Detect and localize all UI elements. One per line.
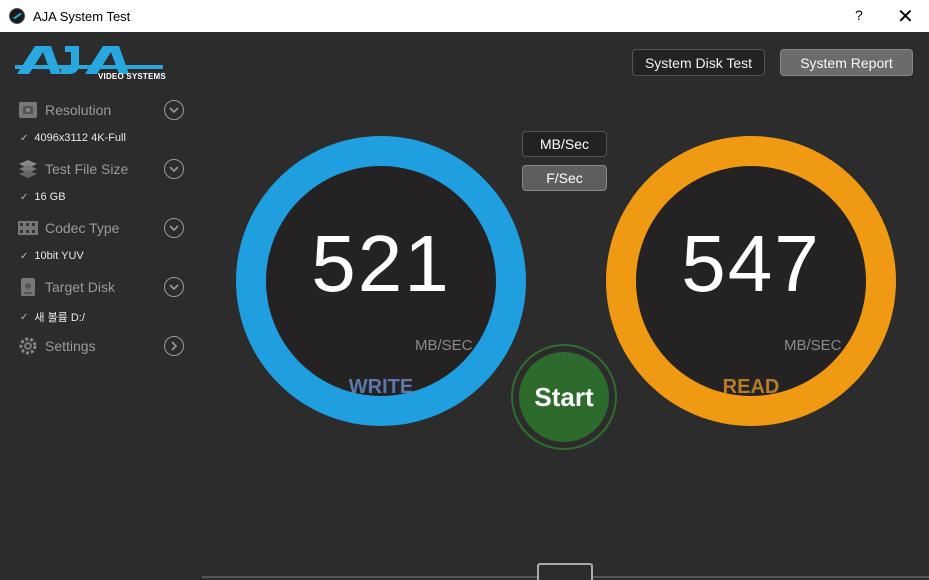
chevron-down-icon[interactable] xyxy=(164,218,184,238)
target-disk-value: ✓ 새 볼륨 D:/ xyxy=(20,311,85,325)
codec-type-value: ✓ 10bit YUV xyxy=(20,250,84,262)
frames-per-sec-button[interactable]: F/Sec xyxy=(522,165,607,191)
resolution-value: ✓ 4096x3112 4K-Full xyxy=(20,132,126,144)
app-main: VIDEO SYSTEMS Resolution ✓ 4096x3112 4K-… xyxy=(0,32,929,580)
chevron-down-icon[interactable] xyxy=(164,277,184,297)
film-icon xyxy=(19,102,37,118)
disk-icon xyxy=(21,278,35,296)
gear-icon xyxy=(19,337,37,355)
write-gauge: 521 MB/SEC WRITE xyxy=(236,136,526,426)
bottom-panel-tab[interactable] xyxy=(537,563,593,580)
title-bar: AJA System Test ? ✕ xyxy=(0,0,929,32)
read-speed-unit: MB/SEC xyxy=(784,337,842,354)
check-icon: ✓ xyxy=(20,132,29,144)
write-label: WRITE xyxy=(348,376,414,398)
app-icon xyxy=(9,8,25,24)
sidebar-item-resolution[interactable]: Resolution xyxy=(17,99,111,121)
check-icon: ✓ xyxy=(20,250,29,262)
close-button[interactable]: ✕ xyxy=(897,4,914,29)
sidebar-item-target-disk[interactable]: Target Disk xyxy=(17,276,115,298)
system-report-button[interactable]: System Report xyxy=(780,49,913,76)
logo-subtitle: VIDEO SYSTEMS xyxy=(98,72,166,81)
sidebar-item-test-file-size[interactable]: Test File Size xyxy=(17,158,128,180)
layers-icon xyxy=(19,160,37,178)
read-label: READ xyxy=(722,376,780,398)
mb-per-sec-button[interactable]: MB/Sec xyxy=(522,131,607,157)
help-button[interactable]: ? xyxy=(855,7,863,23)
chevron-down-icon[interactable] xyxy=(164,100,184,120)
sidebar-item-label: Settings xyxy=(45,338,96,354)
write-speed-unit: MB/SEC xyxy=(415,337,473,354)
read-gauge: 547 MB/SEC READ xyxy=(606,136,896,426)
check-icon: ✓ xyxy=(20,311,29,323)
write-speed-value: 521 xyxy=(311,219,451,308)
sidebar-item-label: Test File Size xyxy=(45,161,129,177)
start-button[interactable]: Start xyxy=(519,352,609,442)
chevron-right-icon[interactable] xyxy=(164,336,184,356)
sidebar-item-label: Resolution xyxy=(45,102,112,118)
filmstrip-icon xyxy=(18,221,38,235)
sidebar-item-label: Target Disk xyxy=(45,279,116,295)
check-icon: ✓ xyxy=(20,191,29,203)
sidebar-item-codec-type[interactable]: Codec Type xyxy=(17,217,119,239)
sidebar-item-settings[interactable]: Settings xyxy=(17,335,96,357)
sidebar-item-label: Codec Type xyxy=(45,220,120,236)
system-disk-test-button[interactable]: System Disk Test xyxy=(632,49,765,76)
read-speed-value: 547 xyxy=(681,219,821,308)
chevron-down-icon[interactable] xyxy=(164,159,184,179)
test-file-size-value: ✓ 16 GB xyxy=(20,191,66,203)
window-title: AJA System Test xyxy=(33,8,131,24)
